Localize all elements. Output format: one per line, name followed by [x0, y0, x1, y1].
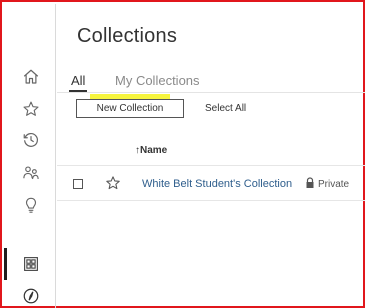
visibility-label: Private: [318, 179, 350, 190]
table-row-divider: [57, 200, 365, 201]
sidebar-item-recommendations[interactable]: [20, 194, 42, 216]
sidebar-item-favorites[interactable]: [20, 98, 42, 120]
tabs-divider: [57, 92, 365, 93]
lock-icon: [306, 177, 314, 188]
sidebar-item-recents[interactable]: [20, 129, 42, 151]
new-collection-button[interactable]: New Collection: [76, 99, 184, 118]
page-title: Collections: [77, 25, 178, 47]
favorite-star-icon[interactable]: [105, 175, 121, 191]
name-header-label: Name: [140, 145, 168, 156]
sidebar-item-collections[interactable]: [20, 253, 42, 275]
name-column-header[interactable]: ↑Name: [135, 145, 167, 156]
collections-icon: [24, 257, 38, 271]
app-window: Collections All My Collections New Colle…: [0, 0, 365, 308]
sidebar-item-explore[interactable]: [20, 285, 42, 307]
clock-icon: [23, 133, 38, 147]
new-collection-label: New Collection: [96, 103, 164, 114]
table-divider: [57, 165, 365, 166]
sidebar-active-indicator: [4, 248, 7, 280]
home-icon: [23, 69, 39, 84]
tab-all[interactable]: All: [71, 73, 85, 88]
tab-my-collections[interactable]: My Collections: [115, 73, 200, 88]
users-icon: [23, 166, 39, 180]
sidebar: [4, 4, 56, 308]
sidebar-item-shared[interactable]: [20, 162, 42, 184]
lightbulb-icon: [25, 197, 37, 213]
star-icon: [23, 101, 39, 116]
compass-icon: [23, 288, 39, 304]
row-checkbox[interactable]: [73, 179, 83, 189]
collection-name-link[interactable]: White Belt Student's Collection: [142, 178, 292, 190]
select-all-button[interactable]: Select All: [205, 103, 246, 114]
sidebar-item-home[interactable]: [20, 66, 42, 88]
